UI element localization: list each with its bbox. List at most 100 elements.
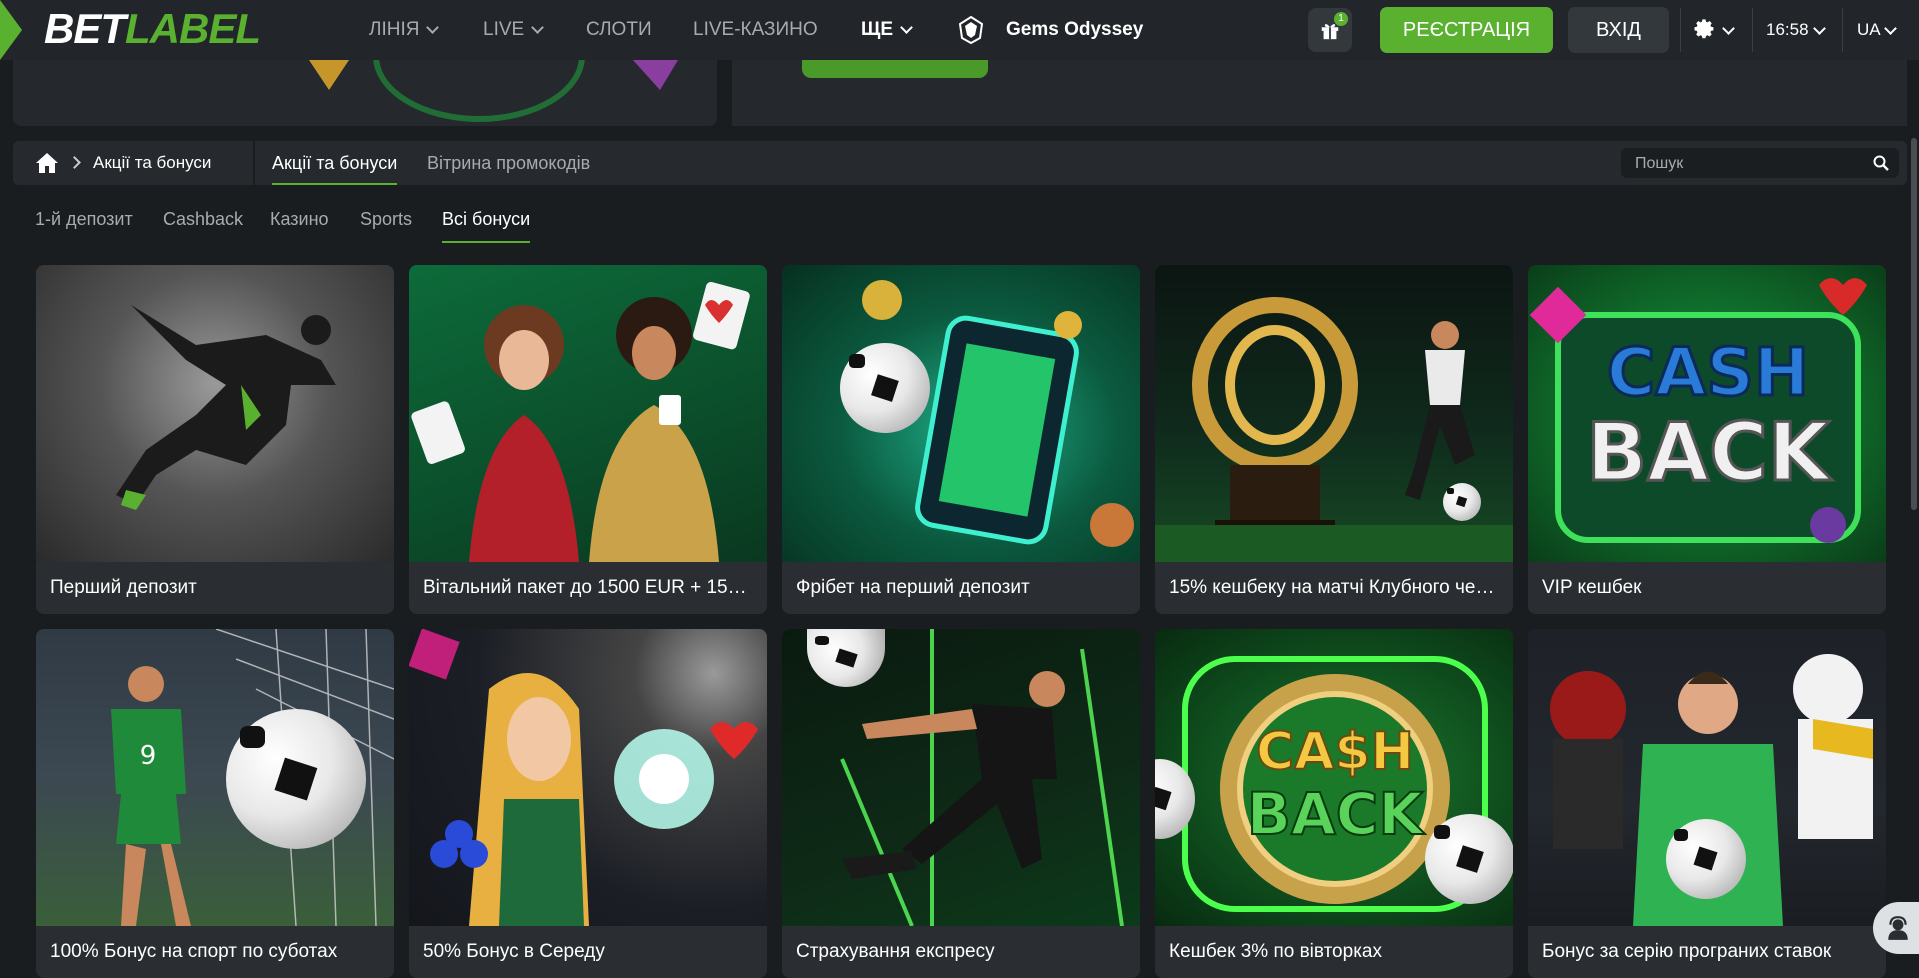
football-icon — [840, 343, 930, 433]
art-text: CASH — [1607, 334, 1809, 411]
promo-banner-left[interactable] — [13, 60, 717, 126]
nav-label: LIVE — [483, 19, 525, 40]
divider — [253, 141, 255, 185]
time-label: 16:58 — [1766, 20, 1809, 39]
nav-slots[interactable]: СЛОТИ — [586, 0, 652, 60]
bonus-card[interactable]: Страхування експресу — [782, 629, 1140, 978]
language-selector[interactable]: UA — [1857, 0, 1881, 60]
bonus-card[interactable]: CASH BACK VIP кешбек — [1528, 265, 1886, 614]
search-input[interactable] — [1633, 148, 1857, 180]
top-bar: BETLABEL ЛІНІЯ LIVE СЛОТИ LIVE-КАЗИНО ЩЕ… — [0, 0, 1919, 60]
chevron-down-icon — [531, 21, 545, 34]
site-logo[interactable]: BETLABEL — [44, 5, 261, 53]
nav-live[interactable]: LIVE — [483, 0, 545, 60]
football-icon — [1443, 483, 1481, 521]
card-title: 15% кешбеку на матчі Клубного чемпіонату… — [1169, 577, 1499, 598]
featured-game-link[interactable]: Gems Odyssey — [1006, 0, 1143, 60]
tab-promo-codes[interactable]: Вітрина промокодів — [427, 141, 590, 185]
nav-label: ЩЕ — [861, 19, 894, 40]
football-icon — [1666, 819, 1746, 899]
card-image — [782, 265, 1140, 562]
card-image — [1155, 265, 1513, 562]
breadcrumb-current[interactable]: Акції та бонуси — [93, 141, 211, 185]
phone-pitch-art — [862, 280, 1134, 547]
gear-icon[interactable] — [1693, 18, 1717, 42]
bonus-card[interactable]: CA$H BACK Кешбек 3% по вівторках — [1155, 629, 1513, 978]
login-button[interactable]: ВХІД — [1568, 7, 1669, 53]
football-icon — [226, 709, 366, 849]
divider — [1680, 8, 1681, 52]
card-image — [36, 265, 394, 562]
bonus-card[interactable]: Бонус за серію програних ставок — [1528, 629, 1886, 978]
card-title: Перший депозит — [50, 577, 197, 598]
gift-button[interactable]: 1 — [1308, 8, 1352, 52]
nav-label: LIVE-КАЗИНО — [693, 19, 818, 40]
card-title: 50% Бонус в Середу — [423, 941, 605, 962]
filter-all-bonuses[interactable]: Всі бонуси — [442, 195, 531, 243]
nav-line[interactable]: ЛІНІЯ — [369, 0, 440, 60]
football-icon — [1425, 814, 1513, 904]
chevron-down-icon — [426, 21, 440, 34]
footballer-silhouette — [116, 305, 336, 510]
nav-more[interactable]: ЩЕ — [861, 0, 913, 60]
divider — [1842, 8, 1843, 52]
filter-first-deposit[interactable]: 1-й депозит — [35, 195, 133, 243]
card-title: 100% Бонус на спорт по суботах — [50, 941, 338, 962]
settings-chevron-icon[interactable] — [1722, 22, 1735, 35]
clock[interactable]: 16:58 — [1766, 0, 1809, 60]
art-text: BACK — [1586, 406, 1833, 499]
gift-count-badge: 1 — [1334, 12, 1348, 26]
tab-promotions[interactable]: Акції та бонуси — [272, 141, 398, 185]
bonus-card[interactable]: 9 100% Бонус на спорт по суботах — [36, 629, 394, 978]
bonus-card[interactable]: Перший депозит — [36, 265, 394, 614]
filter-cashback[interactable]: Cashback — [163, 195, 243, 243]
card-image: 9 — [36, 629, 394, 926]
divider — [1752, 8, 1753, 52]
support-agent-icon — [1888, 916, 1908, 940]
card-image — [782, 629, 1140, 926]
card-title: Фрібет на перший депозит — [796, 577, 1030, 598]
card-image — [409, 629, 767, 926]
card-title: Кешбек 3% по вівторках — [1169, 941, 1382, 962]
banner-ornament — [633, 60, 678, 90]
nav-live-casino[interactable]: LIVE-КАЗИНО — [693, 0, 818, 60]
register-button[interactable]: РЕЄСТРАЦІЯ — [1380, 7, 1553, 53]
art-text: 9 — [140, 741, 157, 771]
language-chevron-icon[interactable] — [1884, 22, 1897, 35]
art-text: CA$H — [1256, 722, 1414, 782]
card-image: CA$H BACK — [1155, 629, 1513, 926]
page-scrollbar[interactable] — [1911, 138, 1917, 510]
language-label: UA — [1857, 20, 1881, 39]
card-title: Вітальний пакет до 1500 EUR + 150 FS — [423, 577, 753, 598]
wizard-woman-art — [409, 629, 758, 926]
banner-ornament — [309, 60, 349, 90]
card-image: CASH BACK — [1528, 265, 1886, 562]
chevron-down-icon — [900, 21, 913, 34]
search-box — [1621, 148, 1899, 180]
banner-glow — [373, 60, 585, 122]
logo-part-2: LABEL — [125, 5, 261, 52]
search-icon[interactable] — [1873, 155, 1889, 171]
card-title: Страхування експресу — [796, 941, 995, 962]
card-image — [1528, 629, 1886, 926]
bonus-card[interactable]: Вітальний пакет до 1500 EUR + 150 FS — [409, 265, 767, 614]
clock-chevron-icon[interactable] — [1813, 22, 1826, 35]
nav-label: СЛОТИ — [586, 19, 652, 40]
bonus-card[interactable]: Фрібет на перший депозит — [782, 265, 1140, 614]
banner-cta-button[interactable] — [802, 60, 988, 78]
casino-women-art — [411, 281, 750, 562]
promo-banner-right — [732, 60, 1907, 126]
gem-icon[interactable] — [958, 16, 984, 44]
filter-sports[interactable]: Sports — [360, 195, 412, 243]
nav-label: ЛІНІЯ — [369, 19, 420, 40]
filter-casino[interactable]: Казино — [270, 195, 329, 243]
art-text: BACK — [1247, 780, 1426, 848]
bonus-card[interactable]: 15% кешбеку на матчі Клубного чемпіонату… — [1155, 265, 1513, 614]
support-chat-button[interactable] — [1873, 902, 1919, 954]
card-title: VIP кешбек — [1542, 577, 1642, 598]
chevron-right-icon — [68, 156, 81, 169]
home-icon[interactable] — [35, 152, 59, 174]
bonus-card[interactable]: 50% Бонус в Середу — [409, 629, 767, 978]
card-title: Бонус за серію програних ставок — [1542, 941, 1832, 962]
brand-chevron — [0, 0, 22, 60]
